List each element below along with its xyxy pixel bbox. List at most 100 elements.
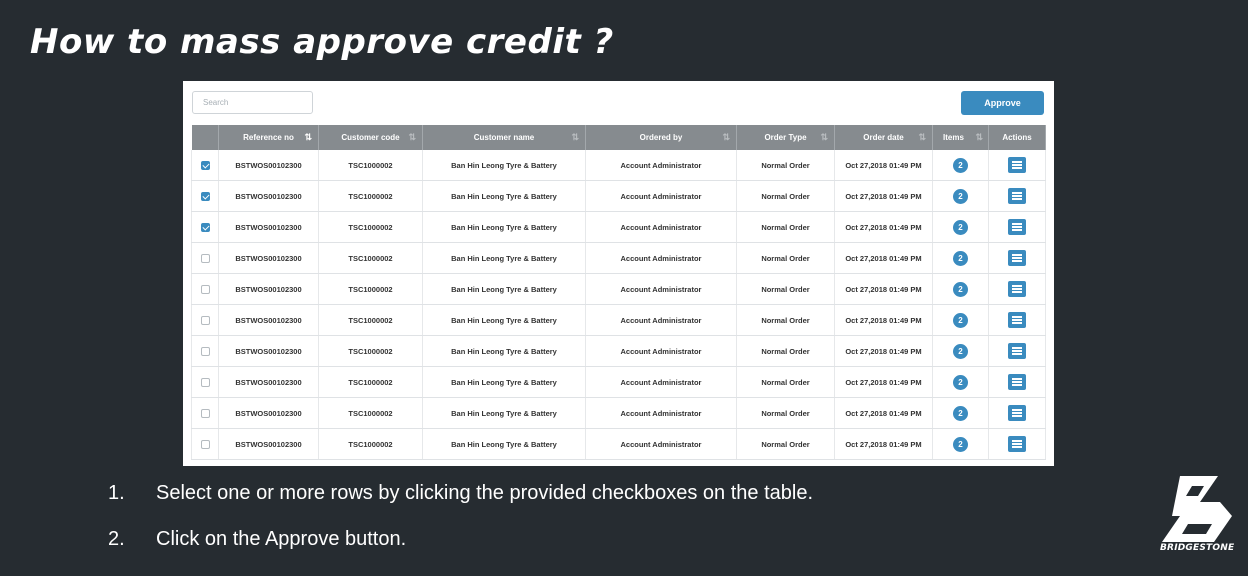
header-ordered-by[interactable]: Ordered by ⇅ — [585, 125, 737, 150]
details-icon[interactable] — [1008, 250, 1026, 266]
items-count-badge[interactable]: 2 — [953, 188, 968, 204]
row-select-cell — [191, 273, 219, 305]
ordered-by-cell: Account Administrator — [585, 304, 737, 336]
customer-name-cell: Ban Hin Leong Tyre & Battery — [422, 397, 586, 429]
row-checkbox[interactable] — [200, 315, 210, 325]
customer-name-cell: Ban Hin Leong Tyre & Battery — [422, 273, 586, 305]
orders-panel: Approve Reference no ⇅ Customer code ⇅ Cus… — [183, 81, 1054, 466]
header-reference-no[interactable]: Reference no ⇅ — [218, 125, 319, 150]
header-label: Customer code — [341, 133, 400, 142]
items-count-badge[interactable]: 2 — [953, 405, 968, 421]
row-checkbox[interactable] — [200, 191, 210, 201]
customer-code-cell: TSC1000002 — [318, 211, 423, 243]
order-type-cell: Normal Order — [736, 273, 835, 305]
reference-cell: BSTWOS00102300 — [218, 211, 319, 243]
details-icon[interactable] — [1008, 312, 1026, 328]
row-select-cell — [191, 150, 219, 181]
reference-cell: BSTWOS00102300 — [218, 366, 319, 398]
sort-icon[interactable]: ⇅ — [408, 132, 416, 143]
customer-code-cell: TSC1000002 — [318, 428, 423, 460]
sort-icon[interactable]: ⇅ — [918, 132, 926, 143]
search-input[interactable] — [192, 91, 313, 114]
sort-icon[interactable]: ⇅ — [571, 132, 579, 143]
customer-code-cell: TSC1000002 — [318, 150, 423, 181]
order-date-cell: Oct 27,2018 01:49 PM — [834, 211, 933, 243]
table-row[interactable]: BSTWOS00102300 TSC1000002 Ban Hin Leong Ty… — [191, 397, 1046, 429]
instruction-item: 1. Select one or more rows by clicking t… — [108, 482, 813, 528]
table-row[interactable]: BSTWOS00102300 TSC1000002 Ban Hin Leong Ty… — [191, 428, 1046, 460]
order-type-cell: Normal Order — [736, 304, 835, 336]
header-order-type[interactable]: Order Type ⇅ — [736, 125, 835, 150]
row-checkbox[interactable] — [200, 253, 210, 263]
ordered-by-cell: Account Administrator — [585, 397, 737, 429]
details-icon[interactable] — [1008, 281, 1026, 297]
customer-name-cell: Ban Hin Leong Tyre & Battery — [422, 211, 586, 243]
details-icon[interactable] — [1008, 343, 1026, 359]
items-count-badge[interactable]: 2 — [953, 219, 968, 235]
ordered-by-cell: Account Administrator — [585, 242, 737, 274]
details-icon[interactable] — [1008, 374, 1026, 390]
actions-cell — [988, 180, 1046, 212]
row-checkbox[interactable] — [200, 408, 210, 418]
customer-code-cell: TSC1000002 — [318, 304, 423, 336]
row-select-cell — [191, 397, 219, 429]
row-checkbox[interactable] — [200, 346, 210, 356]
header-customer-code[interactable]: Customer code ⇅ — [318, 125, 423, 150]
row-checkbox[interactable] — [200, 377, 210, 387]
sort-icon[interactable]: ⇅ — [975, 132, 983, 143]
details-icon[interactable] — [1008, 157, 1026, 173]
customer-name-cell: Ban Hin Leong Tyre & Battery — [422, 428, 586, 460]
reference-cell: BSTWOS00102300 — [218, 242, 319, 274]
sort-icon[interactable]: ⇅ — [722, 132, 730, 143]
row-select-cell — [191, 242, 219, 274]
customer-code-cell: TSC1000002 — [318, 366, 423, 398]
header-label: Order date — [863, 133, 904, 142]
header-label: Customer name — [473, 133, 535, 142]
table-row[interactable]: BSTWOS00102300 TSC1000002 Ban Hin Leong Ty… — [191, 242, 1046, 274]
items-cell: 2 — [932, 242, 989, 274]
header-customer-name[interactable]: Customer name ⇅ — [422, 125, 586, 150]
details-icon[interactable] — [1008, 405, 1026, 421]
approve-button[interactable]: Approve — [961, 91, 1044, 115]
customer-name-cell: Ban Hin Leong Tyre & Battery — [422, 366, 586, 398]
table-row[interactable]: BSTWOS00102300 TSC1000002 Ban Hin Leong Ty… — [191, 273, 1046, 305]
details-icon[interactable] — [1008, 436, 1026, 452]
details-icon[interactable] — [1008, 219, 1026, 235]
items-cell: 2 — [932, 366, 989, 398]
order-date-cell: Oct 27,2018 01:49 PM — [834, 366, 933, 398]
sort-icon[interactable]: ⇅ — [304, 132, 312, 143]
table-row[interactable]: BSTWOS00102300 TSC1000002 Ban Hin Leong Ty… — [191, 150, 1046, 181]
row-checkbox[interactable] — [200, 439, 210, 449]
items-cell: 2 — [932, 335, 989, 367]
row-checkbox[interactable] — [200, 222, 210, 232]
order-date-cell: Oct 27,2018 01:49 PM — [834, 304, 933, 336]
header-order-date[interactable]: Order date ⇅ — [834, 125, 933, 150]
table-row[interactable]: BSTWOS00102300 TSC1000002 Ban Hin Leong Ty… — [191, 366, 1046, 398]
sort-icon[interactable]: ⇅ — [820, 132, 828, 143]
customer-code-cell: TSC1000002 — [318, 242, 423, 274]
details-icon[interactable] — [1008, 188, 1026, 204]
table-row[interactable]: BSTWOS00102300 TSC1000002 Ban Hin Leong Ty… — [191, 304, 1046, 336]
row-select-cell — [191, 304, 219, 336]
customer-code-cell: TSC1000002 — [318, 273, 423, 305]
row-checkbox[interactable] — [200, 160, 210, 170]
items-count-badge[interactable]: 2 — [953, 436, 968, 452]
items-count-badge[interactable]: 2 — [953, 157, 968, 173]
actions-cell — [988, 150, 1046, 181]
order-date-cell: Oct 27,2018 01:49 PM — [834, 273, 933, 305]
instruction-number: 2. — [108, 528, 125, 550]
header-select — [191, 125, 219, 150]
order-date-cell: Oct 27,2018 01:49 PM — [834, 335, 933, 367]
items-count-badge[interactable]: 2 — [953, 374, 968, 390]
items-count-badge[interactable]: 2 — [953, 343, 968, 359]
items-count-badge[interactable]: 2 — [953, 312, 968, 328]
table-row[interactable]: BSTWOS00102300 TSC1000002 Ban Hin Leong Ty… — [191, 335, 1046, 367]
items-count-badge[interactable]: 2 — [953, 281, 968, 297]
customer-name-cell: Ban Hin Leong Tyre & Battery — [422, 150, 586, 181]
row-checkbox[interactable] — [200, 284, 210, 294]
table-row[interactable]: BSTWOS00102300 TSC1000002 Ban Hin Leong Ty… — [191, 180, 1046, 212]
header-items[interactable]: Items ⇅ — [932, 125, 989, 150]
reference-cell: BSTWOS00102300 — [218, 335, 319, 367]
items-count-badge[interactable]: 2 — [953, 250, 968, 266]
table-row[interactable]: BSTWOS00102300 TSC1000002 Ban Hin Leong Ty… — [191, 211, 1046, 243]
